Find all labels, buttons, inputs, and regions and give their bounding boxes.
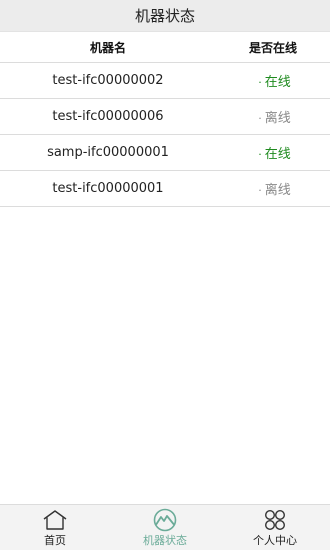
- status-label: 离线: [264, 111, 291, 126]
- page-title: 机器状态: [134, 7, 195, 25]
- status-badge: · 离线: [216, 179, 330, 198]
- status-dot-icon: ·: [258, 148, 262, 161]
- column-header-online-status: 是否在线: [248, 40, 297, 55]
- tab-machine-status-label: 机器状态: [143, 534, 187, 547]
- tab-home-label: 首页: [44, 534, 66, 547]
- tab-home[interactable]: 首页: [0, 505, 110, 550]
- status-dot-icon: ·: [258, 184, 262, 197]
- home-icon: [41, 508, 69, 532]
- status-dot-icon: ·: [258, 112, 262, 125]
- tab-personal-center-label: 个人中心: [253, 534, 297, 547]
- status-label: 在线: [264, 75, 291, 90]
- status-dot-icon: ·: [258, 76, 262, 89]
- machine-name: test-ifc00000002: [52, 73, 164, 88]
- app-screen: 机器状态 机器名 是否在线 test-ifc00000002 · 在线 test-…: [0, 0, 330, 550]
- status-badge: · 在线: [216, 143, 330, 162]
- status-badge: · 离线: [216, 107, 330, 126]
- machine-status-icon: [151, 508, 179, 532]
- personal-center-icon: [261, 508, 289, 532]
- status-badge: · 在线: [216, 71, 330, 90]
- status-label: 在线: [264, 147, 291, 162]
- bottom-tab-bar: 首页 机器状态 个人中心: [0, 504, 330, 550]
- status-label: 离线: [264, 183, 291, 198]
- table-row[interactable]: test-ifc00000001 · 离线: [0, 171, 330, 207]
- machine-name: test-ifc00000001: [52, 181, 164, 196]
- table-row[interactable]: test-ifc00000002 · 在线: [0, 63, 330, 99]
- column-header-machine-name: 机器名: [89, 40, 126, 55]
- machine-table: 机器名 是否在线 test-ifc00000002 · 在线 test-ifc00…: [0, 32, 330, 207]
- machine-name: samp-ifc00000001: [47, 145, 169, 160]
- tab-machine-status[interactable]: 机器状态: [110, 505, 220, 550]
- table-row[interactable]: samp-ifc00000001 · 在线: [0, 135, 330, 171]
- tab-personal-center[interactable]: 个人中心: [220, 505, 330, 550]
- table-header: 机器名 是否在线: [0, 32, 330, 63]
- table-row[interactable]: test-ifc00000006 · 离线: [0, 99, 330, 135]
- machine-name: test-ifc00000006: [52, 109, 164, 124]
- page-title-bar: 机器状态: [0, 0, 330, 32]
